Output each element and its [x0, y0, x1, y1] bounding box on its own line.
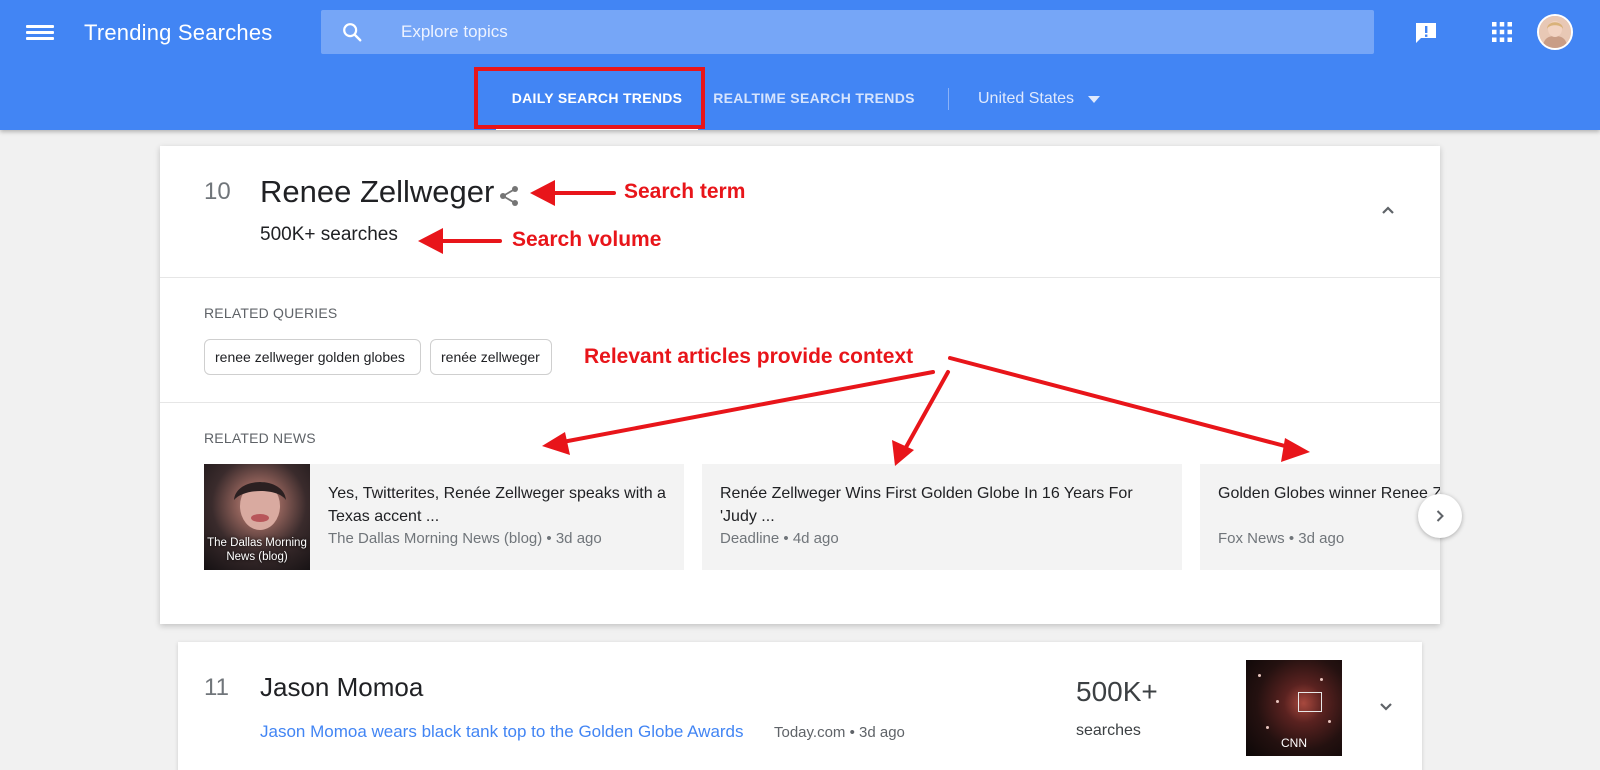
trend-volume-number: 500K+ [1076, 676, 1158, 707]
related-query-chip[interactable]: renee zellweger golden globes [204, 339, 421, 375]
tab-divider [948, 88, 949, 110]
trend-thumbnail[interactable]: CNN [1246, 660, 1342, 756]
news-source: Fox News [1218, 530, 1285, 547]
related-news-label: RELATED NEWS [204, 430, 316, 446]
share-icon[interactable] [497, 184, 521, 208]
news-card[interactable]: Golden Globes winner Renee Zellweger wit… [1200, 464, 1440, 570]
section-divider [160, 402, 1440, 403]
avatar-image [1539, 16, 1571, 48]
news-source: The Dallas Morning News (blog) [328, 530, 543, 547]
search-input[interactable] [401, 10, 1301, 54]
thumbnail-star [1258, 674, 1261, 677]
trend-thumbnail-source: CNN [1281, 736, 1307, 750]
news-time: 3d ago [1298, 530, 1345, 547]
annotation-search-term: Search term [624, 180, 746, 203]
news-meta: Deadline • 4d ago [720, 530, 839, 547]
trend-rank: 10 [204, 178, 231, 205]
chevron-right-icon [1436, 510, 1444, 522]
chevron-up-icon[interactable] [1376, 198, 1400, 222]
carousel-next-button[interactable] [1418, 494, 1462, 538]
app-title: Trending Searches [84, 20, 273, 45]
news-card[interactable]: The Dallas Morning News (blog) Yes, Twit… [204, 464, 684, 570]
section-divider [160, 277, 1440, 278]
trend-term[interactable]: Renee Zellweger [260, 174, 494, 210]
news-source: Deadline [720, 530, 780, 547]
news-time: 3d ago [555, 530, 602, 547]
apps-grid-icon[interactable] [1492, 22, 1512, 42]
trend-card-collapsed[interactable]: 11 Jason Momoa Jason Momoa wears black t… [178, 642, 1422, 770]
thumbnail-star [1328, 720, 1331, 723]
annotation-search-volume: Search volume [512, 228, 662, 251]
news-title[interactable]: Renée Zellweger Wins First Golden Globe … [720, 482, 1160, 528]
news-card[interactable]: Renée Zellweger Wins First Golden Globe … [702, 464, 1182, 570]
article-time: 3d ago [859, 724, 905, 741]
trend-article-meta: Today.com • 3d ago [774, 724, 905, 741]
chevron-down-icon[interactable] [1374, 694, 1398, 718]
user-avatar[interactable] [1537, 14, 1573, 50]
region-label: United States [978, 90, 1075, 107]
news-meta: The Dallas Morning News (blog) • 3d ago [328, 530, 602, 547]
trend-volume: 500K+ searches [260, 224, 398, 245]
news-title[interactable]: Yes, Twitterites, Renée Zellweger speaks… [328, 482, 668, 528]
annotation-highlight-box [474, 67, 705, 129]
trend-article-link[interactable]: Jason Momoa wears black tank top to the … [260, 722, 744, 742]
thumbnail-zoom-box [1298, 692, 1322, 712]
news-meta: Fox News • 3d ago [1218, 530, 1345, 547]
related-news-carousel: The Dallas Morning News (blog) Yes, Twit… [204, 464, 1440, 572]
news-time: 4d ago [792, 530, 839, 547]
thumbnail-star [1320, 678, 1323, 681]
search-box[interactable] [321, 10, 1374, 54]
annotation-articles: Relevant articles provide context [584, 345, 914, 368]
trend-card-expanded: 10 Renee Zellweger 500K+ searches RELATE… [160, 146, 1440, 624]
app-header: Trending Searches DAILY SEARCH TRENDS RE… [0, 0, 1600, 130]
feedback-icon[interactable] [1414, 22, 1438, 44]
related-queries-label: RELATED QUERIES [204, 305, 338, 321]
trend-volume-word: searches [1076, 722, 1141, 739]
thumbnail-star [1276, 700, 1279, 703]
thumbnail-star [1266, 726, 1269, 729]
search-icon [343, 23, 362, 42]
menu-icon[interactable] [26, 22, 54, 44]
news-title[interactable]: Golden Globes winner Renee Zellweger wit… [1218, 482, 1440, 505]
related-query-chip[interactable]: renée zellweger [430, 339, 552, 375]
trend-rank: 11 [204, 674, 229, 701]
news-thumbnail-source: The Dallas Morning News (blog) [207, 537, 307, 563]
region-select[interactable]: United States [978, 84, 1101, 114]
article-source: Today.com [774, 724, 846, 741]
caret-down-icon [1088, 95, 1101, 103]
tab-realtime-search-trends[interactable]: REALTIME SEARCH TRENDS [704, 66, 924, 130]
trend-term[interactable]: Jason Momoa [260, 672, 423, 703]
news-thumbnail: The Dallas Morning News (blog) [204, 464, 310, 570]
